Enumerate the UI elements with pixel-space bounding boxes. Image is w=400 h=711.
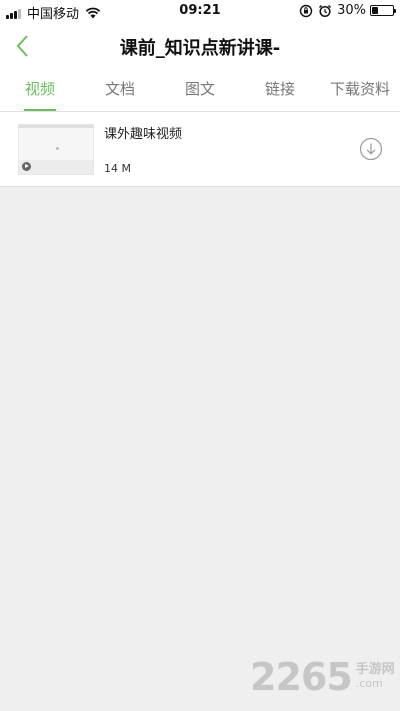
tab-label: 图文 bbox=[184, 80, 215, 98]
status-right: 30% bbox=[299, 3, 396, 18]
watermark-side: 手游网 .com bbox=[356, 662, 395, 690]
watermark-cn: 手游网 bbox=[355, 662, 395, 677]
active-tab-indicator bbox=[24, 109, 56, 111]
thumbnail-top-bar bbox=[19, 125, 93, 128]
page-title: 课前_知识点新讲课- bbox=[119, 38, 281, 59]
item-title: 课外趣味视频 bbox=[104, 127, 183, 142]
thumbnail-center-dot bbox=[56, 147, 59, 150]
alarm-icon bbox=[319, 4, 332, 17]
tab-label: 下载资料 bbox=[329, 80, 390, 98]
video-list: 课外趣味视频 14 M bbox=[0, 112, 400, 187]
site-watermark-logo: 2265 手游网 .com bbox=[250, 656, 395, 700]
list-item[interactable]: 课外趣味视频 14 M bbox=[0, 112, 400, 186]
item-size: 14 M bbox=[104, 162, 131, 175]
back-button[interactable] bbox=[10, 30, 38, 62]
tab-video[interactable]: 视频 bbox=[0, 70, 80, 111]
rotation-lock-icon bbox=[299, 4, 313, 17]
tab-label: 视频 bbox=[24, 80, 55, 98]
tab-download-materials[interactable]: 下载资料 bbox=[320, 70, 400, 111]
chevron-left-icon bbox=[16, 35, 28, 57]
video-thumbnail[interactable] bbox=[18, 124, 94, 175]
watermark-com: .com bbox=[355, 677, 383, 690]
tab-image-text[interactable]: 图文 bbox=[160, 70, 240, 111]
status-bar: 中国移动 09:21 30% bbox=[0, 0, 400, 22]
tab-link[interactable]: 链接 bbox=[240, 70, 320, 111]
download-icon bbox=[359, 137, 383, 161]
tab-label: 链接 bbox=[264, 80, 295, 98]
tab-bar: 视频 文档 图文 链接 下载资料 bbox=[0, 70, 400, 112]
battery-icon bbox=[370, 5, 396, 16]
watermark-number: 2265 bbox=[250, 655, 353, 699]
play-icon bbox=[22, 162, 31, 171]
nav-header: 课前_知识点新讲课- bbox=[0, 22, 400, 70]
tab-label: 文档 bbox=[104, 80, 135, 98]
download-button[interactable] bbox=[359, 137, 383, 161]
battery-percent: 30% bbox=[337, 3, 366, 18]
tab-document[interactable]: 文档 bbox=[80, 70, 160, 111]
